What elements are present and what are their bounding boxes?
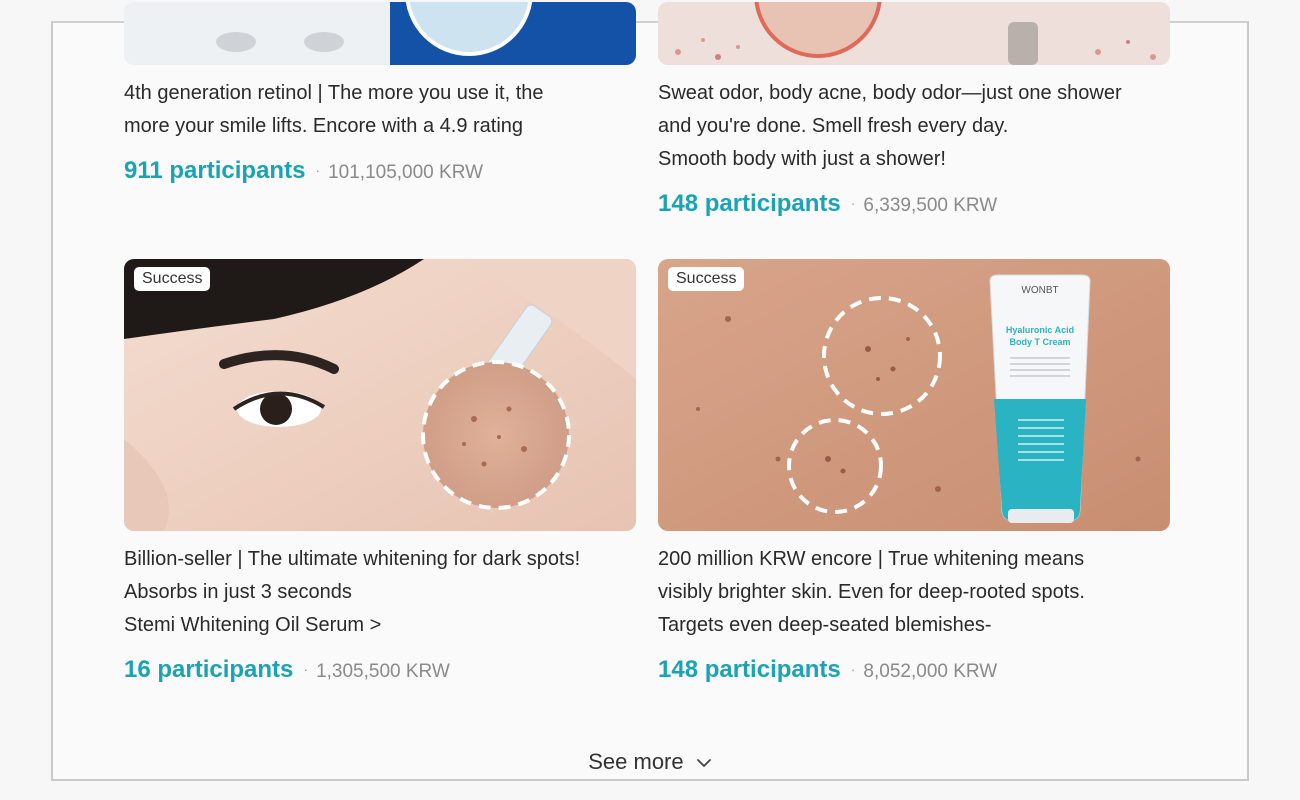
participant-count: 148 participants <box>658 656 841 683</box>
product-image: WONBT Hyaluronic Acid Body T Cream <box>658 259 1170 531</box>
title-line: Targets even deep-seated blemishes- <box>658 614 992 636</box>
funding-meta: 148 participants · 8,052,000 KRW <box>658 656 1170 684</box>
see-more-button[interactable]: See more <box>53 749 1247 775</box>
product-image <box>124 2 636 65</box>
funding-amount: 6,339,500 KRW <box>863 195 998 216</box>
funding-meta: 148 participants · 6,339,500 KRW <box>658 190 1170 218</box>
participant-count: 16 participants <box>124 656 294 683</box>
product-card[interactable]: Success Billion-seller | The ultimate wh… <box>124 259 636 684</box>
separator: · <box>850 195 856 211</box>
funding-meta: 16 participants · 1,305,500 KRW <box>124 656 636 684</box>
participant-count: 148 participants <box>658 190 841 217</box>
product-title[interactable]: Billion-seller | The ultimate whitening … <box>124 543 636 642</box>
title-line: Smooth body with just a shower! <box>658 148 946 170</box>
title-line: Absorbs in just 3 seconds <box>124 581 352 603</box>
separator: · <box>315 162 321 178</box>
funding-amount: 1,305,500 KRW <box>316 661 450 682</box>
tube-name-line1: Hyaluronic Acid <box>1006 325 1074 335</box>
product-image <box>658 2 1170 65</box>
product-title[interactable]: Sweat odor, body acne, body odor—just on… <box>658 77 1170 176</box>
cream-tube: WONBT Hyaluronic Acid Body T Cream <box>989 274 1091 523</box>
product-title[interactable]: 200 million KRW encore | True whitening … <box>658 543 1170 642</box>
separator: · <box>303 661 309 677</box>
tube-name-line2: Body T Cream <box>1009 337 1070 347</box>
title-line: Billion-seller | The ultimate whitening … <box>124 548 581 570</box>
chevron-down-icon <box>696 759 711 768</box>
participant-count: 911 participants <box>124 157 306 184</box>
funding-meta: 911 participants · 101,105,000 KRW <box>124 157 636 185</box>
funding-amount: 101,105,000 KRW <box>328 162 484 183</box>
product-thumbnail[interactable] <box>124 2 636 65</box>
product-card[interactable]: 4th generation retinol | The more you us… <box>124 2 636 185</box>
product-card[interactable]: Sweat odor, body acne, body odor—just on… <box>658 2 1170 218</box>
title-line: 4th generation retinol | The more you us… <box>124 82 544 104</box>
product-title[interactable]: 4th generation retinol | The more you us… <box>124 77 636 143</box>
title-line: visibly brighter skin. Even for deep-roo… <box>658 581 1085 603</box>
see-more-label: See more <box>588 749 684 774</box>
product-thumbnail[interactable] <box>658 2 1170 65</box>
tube-brand: WONBT <box>1021 285 1058 296</box>
separator: · <box>850 661 856 677</box>
product-link[interactable]: Stemi Whitening Oil Serum > <box>124 609 636 642</box>
product-list-panel: 4th generation retinol | The more you us… <box>51 2 1249 781</box>
product-thumbnail[interactable]: WONBT Hyaluronic Acid Body T Cream Succe… <box>658 259 1170 531</box>
status-badge: Success <box>668 267 745 291</box>
status-badge: Success <box>134 267 211 291</box>
funding-amount: 8,052,000 KRW <box>863 661 998 682</box>
product-image <box>124 259 636 531</box>
product-card[interactable]: WONBT Hyaluronic Acid Body T Cream Succe… <box>658 259 1170 684</box>
title-line: and you're done. Smell fresh every day. <box>658 115 1009 137</box>
title-line: 200 million KRW encore | True whitening … <box>658 548 1085 570</box>
product-thumbnail[interactable]: Success <box>124 259 636 531</box>
title-line: more your smile lifts. Encore with a 4.9… <box>124 115 524 137</box>
title-line: Sweat odor, body acne, body odor—just on… <box>658 82 1122 104</box>
